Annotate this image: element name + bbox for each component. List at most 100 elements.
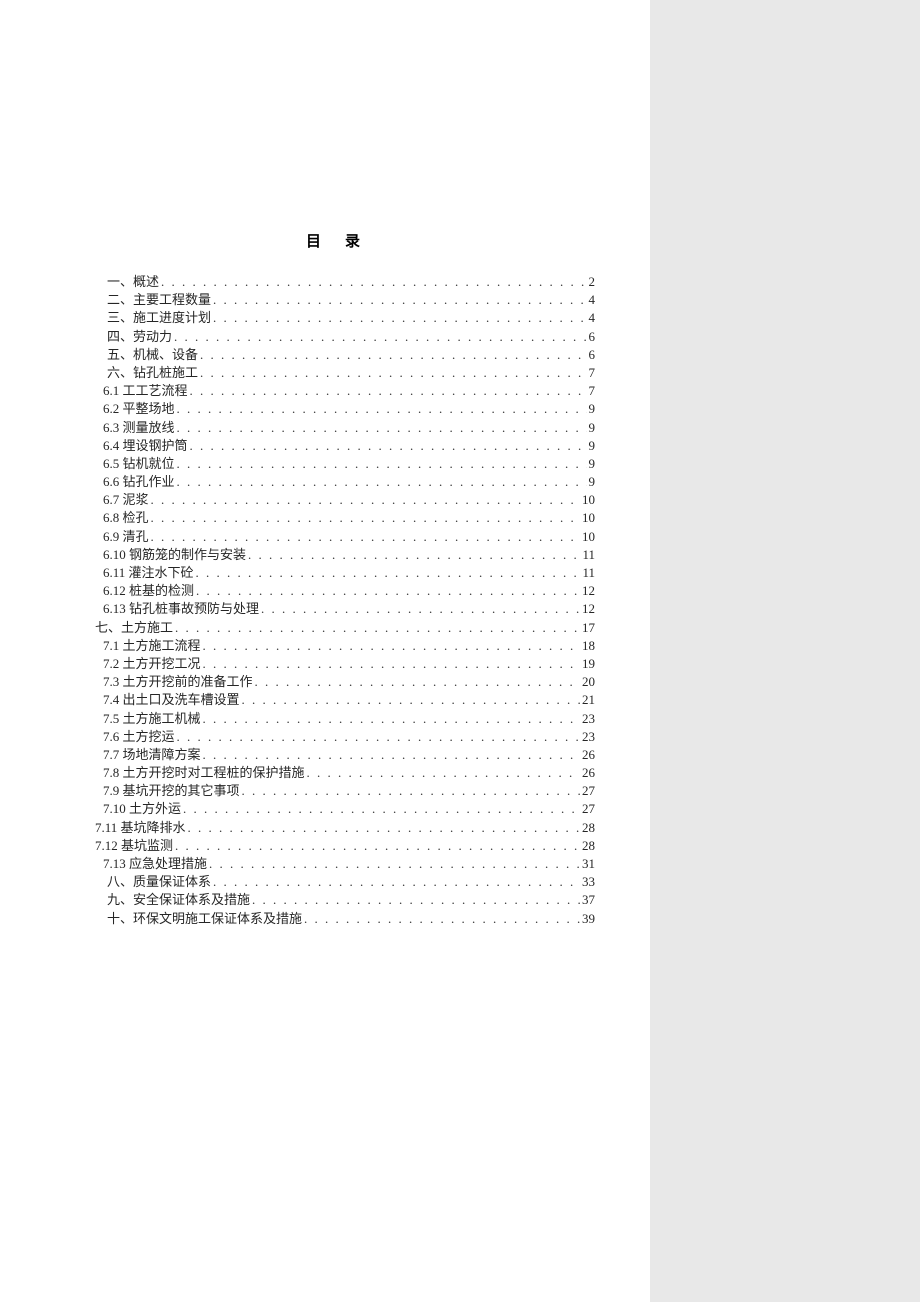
toc-leader-dots: . . . . . . . . . . . . . . . . . . . . … [261, 602, 580, 615]
toc-leader-dots: . . . . . . . . . . . . . . . . . . . . … [304, 912, 580, 925]
toc-entry: 6.6 钻孔作业. . . . . . . . . . . . . . . . … [95, 475, 595, 488]
toc-entry-label: 7.9 基坑开挖的其它事项 [103, 784, 240, 797]
toc-entry: 6.9 清孔. . . . . . . . . . . . . . . . . … [95, 530, 595, 543]
toc-leader-dots: . . . . . . . . . . . . . . . . . . . . … [242, 693, 580, 706]
toc-entry-page: 4 [589, 311, 596, 324]
toc-list: 一、概述 . . . . . . . . . . . . . . . . . . … [95, 275, 595, 925]
toc-entry: 7.1 土方施工流程. . . . . . . . . . . . . . . … [95, 639, 595, 652]
toc-leader-dots: . . . . . . . . . . . . . . . . . . . . … [203, 748, 580, 761]
toc-leader-dots: . . . . . . . . . . . . . . . . . . . . … [209, 857, 580, 870]
toc-title: 目录 [95, 230, 595, 251]
toc-entry: 7.12 基坑监测. . . . . . . . . . . . . . . .… [95, 839, 595, 852]
toc-entry: 6.11 灌注水下砼. . . . . . . . . . . . . . . … [95, 566, 595, 579]
toc-entry-label: 7.4 出土口及洗车槽设置 [103, 693, 240, 706]
toc-entry-label: 五、机械、设备 [107, 348, 198, 361]
toc-entry: 一、概述. . . . . . . . . . . . . . . . . . … [95, 275, 595, 288]
toc-entry-page: 10 [582, 493, 595, 506]
toc-leader-dots: . . . . . . . . . . . . . . . . . . . . … [203, 712, 580, 725]
toc-entry-label: 7.12 基坑监测 [95, 839, 173, 852]
toc-leader-dots: . . . . . . . . . . . . . . . . . . . . … [177, 457, 587, 470]
toc-entry-label: 7.13 应急处理措施 [103, 857, 207, 870]
toc-entry-page: 9 [589, 402, 596, 415]
toc-entry-label: 6.10 钢筋笼的制作与安装 [103, 548, 246, 561]
toc-entry-label: 一、概述 [107, 275, 159, 288]
toc-entry-label: 7.2 土方开挖工况 [103, 657, 201, 670]
toc-entry-page: 11 [582, 548, 595, 561]
toc-entry-page: 9 [589, 421, 596, 434]
toc-entry-page: 33 [582, 875, 595, 888]
toc-entry: 6.2 平整场地. . . . . . . . . . . . . . . . … [95, 402, 595, 415]
toc-entry-page: 12 [582, 584, 595, 597]
toc-entry-label: 四、劳动力 [107, 330, 172, 343]
toc-entry-label: 6.12 桩基的检测 [103, 584, 194, 597]
toc-entry-label: 十、环保文明施工保证体系及措施 [107, 912, 302, 925]
toc-entry: 7.5 土方施工机械. . . . . . . . . . . . . . . … [95, 712, 595, 725]
toc-leader-dots: . . . . . . . . . . . . . . . . . . . . … [151, 511, 580, 524]
toc-entry: 五、机械、设备. . . . . . . . . . . . . . . . .… [95, 348, 595, 361]
toc-entry-label: 6.8 检孔 [103, 511, 149, 524]
toc-entry: 三、施工进度计划. . . . . . . . . . . . . . . . … [95, 311, 595, 324]
toc-entry-page: 26 [582, 748, 595, 761]
toc-entry-page: 9 [589, 475, 596, 488]
toc-entry: 6.5 钻机就位. . . . . . . . . . . . . . . . … [95, 457, 595, 470]
toc-entry-page: 21 [582, 693, 595, 706]
toc-entry-page: 23 [582, 730, 595, 743]
document-page: 目录 一、概述 . . . . . . . . . . . . . . . . .… [0, 0, 650, 1302]
toc-leader-dots: . . . . . . . . . . . . . . . . . . . . … [151, 493, 580, 506]
toc-entry-label: 7.1 土方施工流程 [103, 639, 201, 652]
toc-leader-dots: . . . . . . . . . . . . . . . . . . . . … [190, 384, 587, 397]
toc-entry-label: 6.13 钻孔桩事故预防与处理 [103, 602, 259, 615]
toc-entry: 7.7 场地清障方案. . . . . . . . . . . . . . . … [95, 748, 595, 761]
toc-entry-label: 九、安全保证体系及措施 [107, 893, 250, 906]
toc-entry-label: 八、质量保证体系 [107, 875, 211, 888]
toc-entry-label: 7.5 土方施工机械 [103, 712, 201, 725]
toc-entry-label: 6.3 测量放线 [103, 421, 175, 434]
toc-entry: 6.4 埋设钢护筒. . . . . . . . . . . . . . . .… [95, 439, 595, 452]
toc-entry-page: 10 [582, 530, 595, 543]
toc-entry: 6.1 工工艺流程. . . . . . . . . . . . . . . .… [95, 384, 595, 397]
toc-entry: 二、主要工程数量. . . . . . . . . . . . . . . . … [95, 293, 595, 306]
toc-entry: 6.3 测量放线. . . . . . . . . . . . . . . . … [95, 421, 595, 434]
toc-entry-page: 17 [582, 621, 595, 634]
toc-entry-label: 7.8 土方开挖时对工程桩的保护措施 [103, 766, 305, 779]
toc-entry: 6.7 泥浆. . . . . . . . . . . . . . . . . … [95, 493, 595, 506]
toc-entry: 6.10 钢筋笼的制作与安装. . . . . . . . . . . . . … [95, 548, 595, 561]
toc-entry-page: 20 [582, 675, 595, 688]
toc-entry-page: 27 [582, 802, 595, 815]
toc-leader-dots: . . . . . . . . . . . . . . . . . . . . … [307, 766, 580, 779]
toc-entry: 八、质量保证体系. . . . . . . . . . . . . . . . … [95, 875, 595, 888]
toc-leader-dots: . . . . . . . . . . . . . . . . . . . . … [151, 530, 580, 543]
toc-entry: 六、钻孔桩施工. . . . . . . . . . . . . . . . .… [95, 366, 595, 379]
toc-entry-page: 27 [582, 784, 595, 797]
toc-leader-dots: . . . . . . . . . . . . . . . . . . . . … [188, 821, 580, 834]
toc-entry-label: 七、土方施工 [95, 621, 173, 634]
toc-entry-page: 7 [589, 384, 596, 397]
toc-leader-dots: . . . . . . . . . . . . . . . . . . . . … [196, 566, 581, 579]
toc-entry-label: 7.7 场地清障方案 [103, 748, 201, 761]
toc-leader-dots: . . . . . . . . . . . . . . . . . . . . … [252, 893, 580, 906]
toc-entry-label: 6.2 平整场地 [103, 402, 175, 415]
toc-entry-page: 9 [589, 457, 596, 470]
toc-leader-dots: . . . . . . . . . . . . . . . . . . . . … [177, 402, 587, 415]
toc-entry: 九、安全保证体系及措施. . . . . . . . . . . . . . .… [95, 893, 595, 906]
toc-entry: 7.10 土方外运. . . . . . . . . . . . . . . .… [95, 802, 595, 815]
toc-entry-label: 6.7 泥浆 [103, 493, 149, 506]
toc-entry-page: 12 [582, 602, 595, 615]
toc-leader-dots: . . . . . . . . . . . . . . . . . . . . … [203, 657, 580, 670]
toc-entry-label: 6.9 清孔 [103, 530, 149, 543]
toc-entry-page: 37 [582, 893, 595, 906]
toc-entry-label: 二、主要工程数量 [107, 293, 211, 306]
toc-leader-dots: . . . . . . . . . . . . . . . . . . . . … [177, 475, 587, 488]
toc-leader-dots: . . . . . . . . . . . . . . . . . . . . … [213, 875, 580, 888]
toc-entry: 四、劳动力. . . . . . . . . . . . . . . . . .… [95, 330, 595, 343]
toc-entry: 七、土方施工. . . . . . . . . . . . . . . . . … [95, 621, 595, 634]
toc-leader-dots: . . . . . . . . . . . . . . . . . . . . … [175, 621, 580, 634]
toc-entry-page: 10 [582, 511, 595, 524]
toc-entry-page: 31 [582, 857, 595, 870]
toc-entry: 7.4 出土口及洗车槽设置. . . . . . . . . . . . . .… [95, 693, 595, 706]
toc-leader-dots: . . . . . . . . . . . . . . . . . . . . … [177, 730, 580, 743]
toc-entry-page: 6 [589, 348, 596, 361]
toc-entry-label: 7.10 土方外运 [103, 802, 181, 815]
toc-entry-label: 六、钻孔桩施工 [107, 366, 198, 379]
toc-entry-page: 28 [582, 839, 595, 852]
